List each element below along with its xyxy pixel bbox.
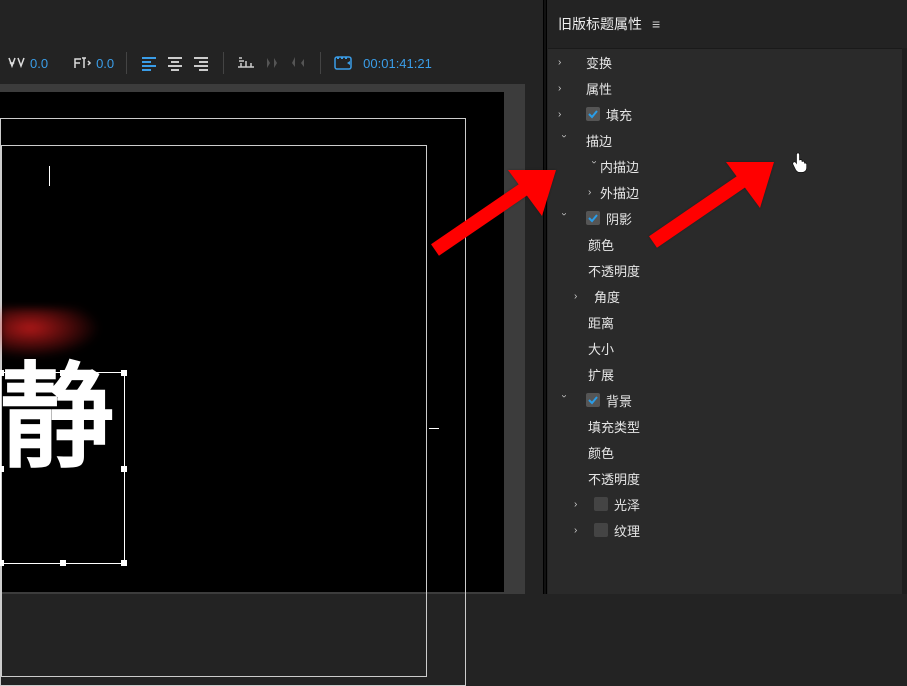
canvas-area: 静: [0, 84, 525, 594]
bg-color-label: 颜色: [588, 443, 614, 462]
shadow-color-row: 颜色: [548, 231, 906, 257]
properties-section[interactable]: › 属性: [548, 75, 906, 101]
bg-opacity-label: 不透明度: [588, 469, 640, 488]
shadow-distance-row: 距离 65.0: [548, 309, 906, 335]
background-section[interactable]: › 背景: [548, 387, 906, 413]
shadow-distance-label: 距离: [588, 313, 614, 332]
align-left-icon[interactable]: [139, 53, 159, 73]
shadow-spread-label: 扩展: [588, 365, 614, 384]
text-caret: [49, 166, 50, 186]
panel-divider[interactable]: [543, 0, 547, 594]
chevron-right-icon[interactable]: ›: [558, 109, 570, 120]
bg-color-row: 颜色: [548, 439, 906, 465]
fill-section[interactable]: › 填充: [548, 101, 906, 127]
va-value[interactable]: 0.0: [30, 56, 48, 71]
shadow-checkbox[interactable]: [586, 211, 600, 225]
background-label: 背景: [606, 391, 632, 410]
properties-panel: › 变换 › 属性 › 填充 › 描边 › 内描边 添加 › 外描边 添加 › …: [548, 48, 906, 594]
inner-stroke-label: 内描边: [600, 157, 639, 176]
transform-section[interactable]: › 变换: [548, 49, 906, 75]
chevron-right-icon[interactable]: ›: [574, 499, 586, 510]
separator: [126, 52, 127, 74]
strokes-section[interactable]: › 描边: [548, 127, 906, 153]
bg-opacity-row: 不透明度 100 %: [548, 465, 906, 491]
right-edge-bar: [902, 48, 907, 594]
texture-section[interactable]: › 纹理: [548, 517, 906, 543]
shadow-angle-label: 角度: [594, 287, 620, 306]
chevron-down-icon[interactable]: ›: [589, 160, 600, 172]
outer-stroke-label: 外描边: [600, 183, 639, 202]
chevron-right-icon[interactable]: ›: [588, 187, 600, 198]
ta-value[interactable]: 0.0: [96, 56, 114, 71]
chevron-down-icon[interactable]: ›: [559, 134, 570, 146]
shadow-label: 阴影: [606, 209, 632, 228]
bg-filltype-label: 填充类型: [588, 417, 640, 436]
shadow-opacity-label: 不透明度: [588, 261, 640, 280]
shadow-size-label: 大小: [588, 339, 614, 358]
outer-stroke-row: › 外描边 添加: [548, 179, 906, 205]
bg-filltype-row: 填充类型 实底: [548, 413, 906, 439]
panel-title: 旧版标题属性: [558, 14, 642, 34]
transform-label: 变换: [586, 53, 612, 72]
inner-stroke-row: › 内描边 添加: [548, 153, 906, 179]
panel-header: 旧版标题属性 ≡: [558, 14, 660, 34]
properties-label: 属性: [586, 79, 612, 98]
chevron-right-icon[interactable]: ›: [558, 83, 570, 94]
shadow-spread-row: 扩展 39.0: [548, 361, 906, 387]
texture-label: 纹理: [614, 521, 640, 540]
tracking-ta: 0.0: [72, 53, 114, 73]
texture-checkbox[interactable]: [594, 523, 608, 537]
show-marker-icon[interactable]: [288, 53, 308, 73]
chevron-right-icon[interactable]: ›: [574, 525, 586, 536]
tracking-va: 0.0: [6, 53, 48, 73]
canvas-black[interactable]: 静: [0, 92, 504, 592]
ta-icon[interactable]: [72, 53, 92, 73]
title-shadow-glow: [0, 308, 100, 358]
chevron-right-icon[interactable]: ›: [558, 57, 570, 68]
separator: [320, 52, 321, 74]
timecode-icon[interactable]: [333, 53, 353, 73]
chevron-right-icon[interactable]: ›: [574, 291, 586, 302]
tab-stops-icon[interactable]: [236, 53, 256, 73]
shadow-color-label: 颜色: [588, 235, 614, 254]
sheen-checkbox[interactable]: [594, 497, 608, 511]
fill-label: 填充: [606, 105, 632, 124]
shadow-opacity-row: 不透明度 33 %: [548, 257, 906, 283]
center-tick: [429, 428, 439, 429]
shadow-section[interactable]: › 阴影: [548, 205, 906, 231]
toolbar: 0.0 0.0 00:01:41:21: [0, 48, 540, 78]
align-center-icon[interactable]: [165, 53, 185, 73]
separator: [223, 52, 224, 74]
strokes-label: 描边: [586, 131, 612, 150]
shadow-size-row: 大小 0.0: [548, 335, 906, 361]
timecode-value[interactable]: 00:01:41:21: [363, 56, 432, 71]
show-video-icon[interactable]: [262, 53, 282, 73]
chevron-down-icon[interactable]: ›: [559, 394, 570, 406]
chevron-down-icon[interactable]: ›: [559, 212, 570, 224]
sheen-label: 光泽: [614, 495, 640, 514]
background-checkbox[interactable]: [586, 393, 600, 407]
align-right-icon[interactable]: [191, 53, 211, 73]
title-text[interactable]: 静: [0, 362, 110, 476]
shadow-angle-row: › 角度 -57.0 °: [548, 283, 906, 309]
sheen-section[interactable]: › 光泽: [548, 491, 906, 517]
va-icon[interactable]: [6, 53, 26, 73]
fill-checkbox[interactable]: [586, 107, 600, 121]
panel-menu-icon[interactable]: ≡: [652, 16, 660, 32]
